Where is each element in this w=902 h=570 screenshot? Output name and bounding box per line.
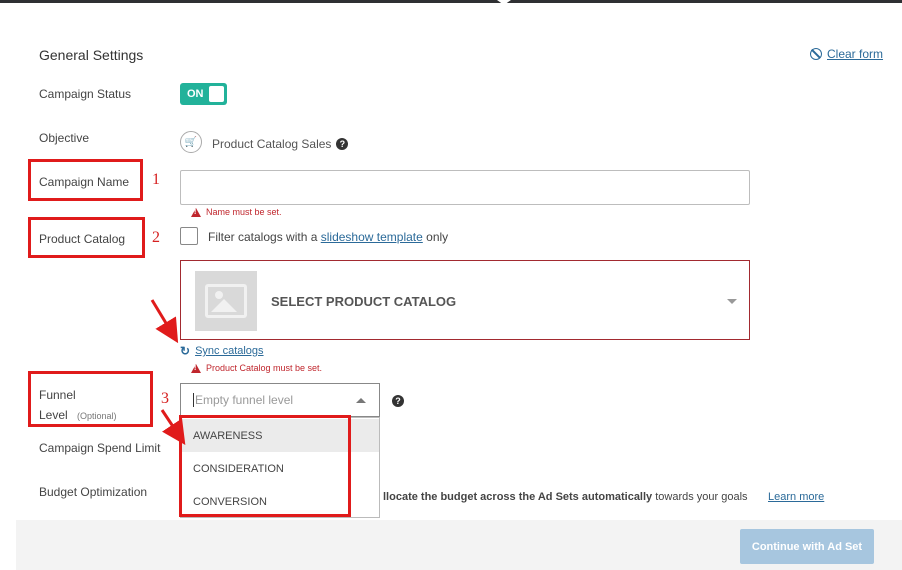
annotation-arrows	[150, 299, 186, 445]
annotation-arrow-sync	[150, 299, 179, 344]
annotation-arrow-options	[160, 409, 186, 445]
